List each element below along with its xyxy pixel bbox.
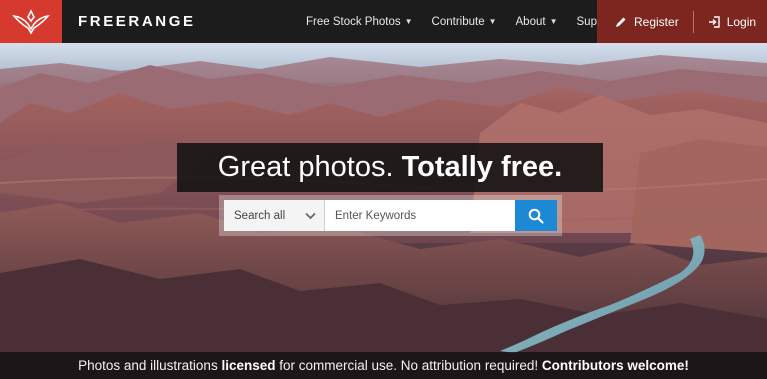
divider (692, 10, 694, 33)
register-link[interactable]: Register (615, 15, 679, 29)
info-banner: Photos and illustrations licensed for co… (0, 352, 767, 379)
menu-label: About (515, 15, 546, 28)
auth-area: Register Login (597, 0, 767, 43)
menu-contribute[interactable]: Contribute ▼ (432, 16, 497, 28)
banner-text-1: Photos and illustrations (78, 358, 222, 373)
headline-regular: Great photos. (217, 151, 394, 183)
hero-section: Great photos. Totally free. Search all P… (0, 43, 767, 379)
login-label: Login (726, 14, 757, 29)
caret-down-icon: ▼ (549, 17, 558, 26)
register-label: Register (634, 14, 679, 29)
banner-bold-contributors: Contributors welcome! (541, 358, 689, 373)
search-bar: Search all (219, 195, 562, 236)
menu-free-stock-photos[interactable]: Free Stock Photos ▼ (306, 16, 413, 28)
top-navbar: FREERANGE Free Stock Photos ▼ Contribute… (0, 0, 767, 43)
headline-banner: Great photos. Totally free. (177, 143, 603, 192)
search-icon (528, 208, 544, 224)
search-button[interactable] (515, 200, 557, 231)
banner-bold-licensed: licensed (221, 358, 276, 373)
login-link[interactable]: Login (708, 15, 756, 29)
menu-label: Free Stock Photos (306, 15, 401, 28)
pencil-icon (616, 17, 626, 27)
search-input[interactable] (325, 200, 515, 231)
sign-in-icon (708, 15, 720, 28)
banner-text-2: for commercial use. No attribution requi… (275, 358, 542, 373)
chevron-down-icon (305, 212, 316, 219)
bird-logo-icon (12, 8, 50, 35)
menu-label: Contribute (431, 15, 485, 28)
search-scope-value: Search all (234, 209, 286, 222)
brand-name[interactable]: FREERANGE (78, 13, 278, 30)
headline: Great photos. Totally free. (218, 151, 562, 184)
caret-down-icon: ▼ (404, 17, 413, 26)
search-scope-select[interactable]: Search all (224, 200, 325, 231)
menu-about[interactable]: About ▼ (516, 16, 558, 28)
caret-down-icon: ▼ (488, 17, 497, 26)
logo[interactable] (0, 0, 62, 43)
headline-bold: Totally free. (401, 151, 563, 183)
